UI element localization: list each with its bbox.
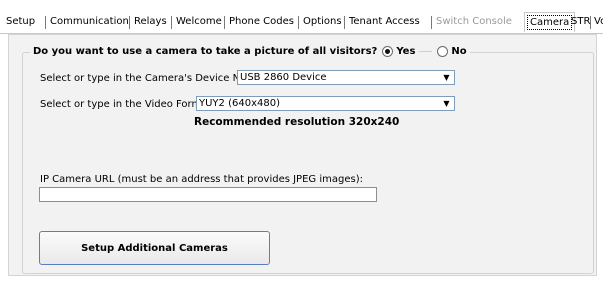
tab-separator [171, 16, 172, 29]
setup-additional-cameras-label: Setup Additional Cameras [81, 242, 228, 254]
yes-label[interactable]: Yes [396, 46, 415, 57]
tab-separator [298, 16, 299, 29]
video-format-value: YUY2 (640x480) [199, 98, 280, 109]
video-format-combobox[interactable]: YUY2 (640x480) ▼ [196, 96, 455, 111]
chevron-down-icon[interactable]: ▼ [441, 98, 452, 109]
device-name-value: USB 2860 Device [240, 72, 327, 83]
device-name-combobox[interactable]: USB 2860 Device ▼ [237, 70, 455, 85]
tab-strip: Setup Communication Relays Welcome Phone… [0, 12, 603, 34]
camera-question-legend: Do you want to use a camera to take a pi… [30, 43, 470, 59]
tab-voip[interactable]: VoIP [594, 13, 603, 31]
device-name-label: Select or type in the Camera's Device Na… [40, 73, 266, 84]
ip-camera-url-label: IP Camera URL (must be an address that p… [40, 174, 363, 185]
no-radio-icon[interactable] [437, 45, 449, 57]
ip-camera-url-input[interactable] [39, 187, 377, 202]
tab-communication[interactable]: Communication [50, 13, 129, 31]
tab-separator [224, 16, 225, 29]
tab-camera[interactable]: Camera [524, 12, 576, 32]
tab-setup[interactable]: Setup [6, 13, 35, 31]
tab-str[interactable]: STR [571, 13, 590, 31]
tab-separator [344, 16, 345, 29]
tab-separator [590, 16, 591, 29]
tab-separator [129, 16, 130, 29]
tab-separator [431, 16, 432, 29]
tab-separator [45, 16, 46, 29]
tab-camera-label: Camera [527, 15, 573, 30]
tab-relays[interactable]: Relays [134, 13, 167, 31]
tab-options[interactable]: Options [303, 13, 342, 31]
recommended-resolution: Recommended resolution 320x240 [194, 116, 400, 128]
tab-tenant-access[interactable]: Tenant Access [349, 13, 420, 31]
tab-switch-console[interactable]: Switch Console [436, 13, 512, 31]
camera-question: Do you want to use a camera to take a pi… [33, 45, 378, 57]
setup-additional-cameras-button[interactable]: Setup Additional Cameras [39, 231, 270, 265]
groupbox-border [419, 50, 433, 52]
chevron-down-icon[interactable]: ▼ [441, 72, 452, 83]
video-format-label: Select or type in the Video Format: [40, 99, 215, 110]
tab-phone-codes[interactable]: Phone Codes [229, 13, 294, 31]
tab-welcome[interactable]: Welcome [176, 13, 222, 31]
yes-radio-icon[interactable] [382, 45, 394, 57]
no-label[interactable]: No [451, 46, 466, 57]
